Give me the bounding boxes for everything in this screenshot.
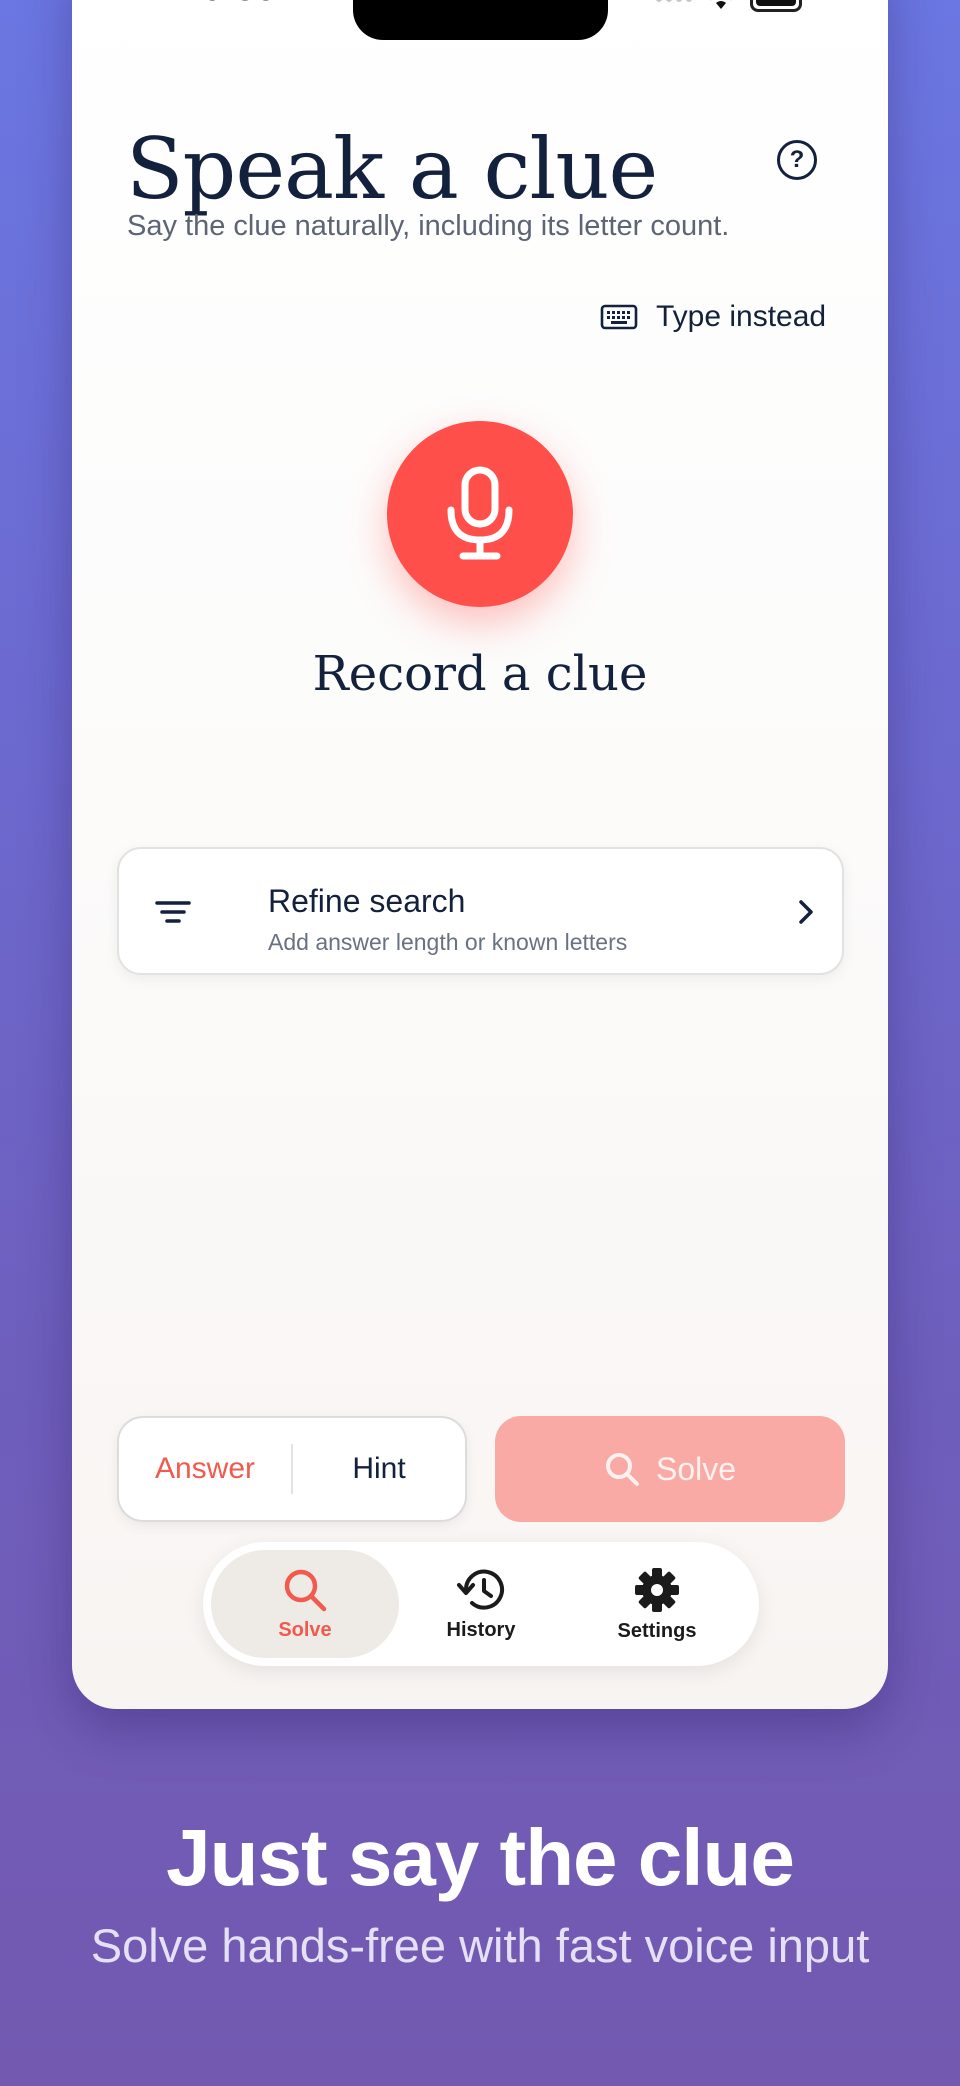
record-label: Record a clue <box>312 646 648 702</box>
status-time: 16:59 <box>180 0 277 8</box>
search-icon <box>605 1453 639 1486</box>
chevron-right-icon <box>799 900 813 924</box>
search-icon <box>284 1569 327 1611</box>
page-subtitle: Say the clue naturally, including its le… <box>127 210 730 242</box>
tab-history-label: History <box>446 1618 516 1641</box>
battery-icon <box>750 0 802 12</box>
refine-search-card[interactable]: Refine search Add answer length or known… <box>117 847 844 975</box>
gear-icon <box>635 1567 679 1612</box>
toggle-hint[interactable]: Hint <box>293 1452 465 1486</box>
type-instead-button[interactable]: Type instead <box>600 300 826 334</box>
toggle-answer[interactable]: Answer <box>119 1452 291 1486</box>
solve-button[interactable]: Solve <box>495 1416 845 1522</box>
dynamic-island <box>353 0 608 40</box>
question-circle-icon[interactable]: ? <box>777 140 817 180</box>
status-icons <box>656 0 802 12</box>
tab-bar: Solve History Settings <box>203 1542 759 1666</box>
filter-lines-icon <box>155 901 191 923</box>
promo-subtitle: Solve hands-free with fast voice input <box>90 1919 870 1972</box>
refine-subtitle: Add answer length or known letters <box>268 929 628 955</box>
tab-settings[interactable]: Settings <box>563 1550 751 1658</box>
tab-history[interactable]: History <box>387 1550 575 1658</box>
refine-title: Refine search <box>268 883 466 919</box>
wifi-icon <box>716 1 726 9</box>
tab-solve-label: Solve <box>278 1618 332 1641</box>
page-title: Speak a clue <box>126 120 658 218</box>
cellular-signal-icon <box>656 0 692 2</box>
answer-hint-toggle: Answer Hint <box>117 1416 467 1522</box>
type-instead-label: Type instead <box>656 300 827 333</box>
record-button[interactable] <box>387 421 573 607</box>
phone-screen: 16:59 Speak a clue ? Say the clue natura… <box>72 0 888 1709</box>
history-icon <box>457 1569 504 1610</box>
microphone-icon <box>447 466 513 560</box>
tab-settings-label: Settings <box>617 1619 697 1642</box>
keyboard-icon <box>600 304 638 330</box>
solve-button-label: Solve <box>655 1450 737 1487</box>
promo-title: Just say the clue <box>166 1813 795 1902</box>
tab-solve[interactable]: Solve <box>211 1550 399 1658</box>
